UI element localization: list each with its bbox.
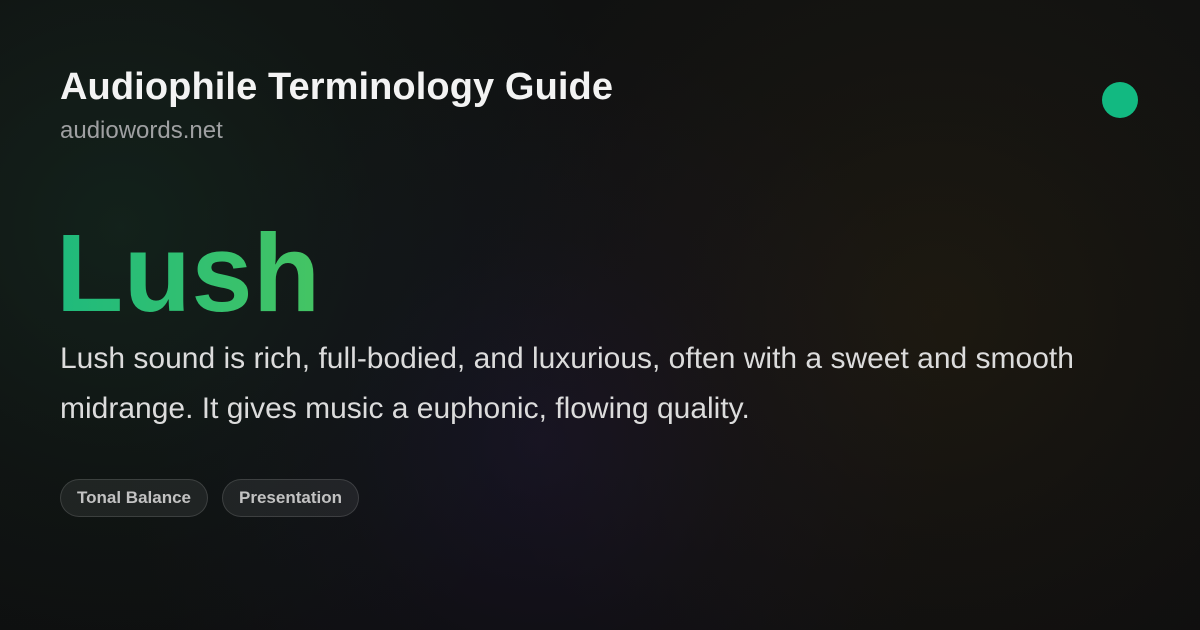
og-card: Audiophile Terminology Guide audiowords.… bbox=[0, 0, 1200, 630]
status-dot-icon bbox=[1102, 82, 1138, 118]
tag-list: Tonal Balance Presentation bbox=[60, 479, 359, 517]
tag-tonal-balance[interactable]: Tonal Balance bbox=[60, 479, 208, 517]
term-definition: Lush sound is rich, full-bodied, and lux… bbox=[60, 342, 1074, 425]
term-heading: Lush bbox=[56, 212, 321, 335]
site-title: Audiophile Terminology Guide bbox=[60, 66, 614, 108]
tag-presentation[interactable]: Presentation bbox=[222, 479, 359, 517]
site-domain: audiowords.net bbox=[60, 117, 223, 144]
